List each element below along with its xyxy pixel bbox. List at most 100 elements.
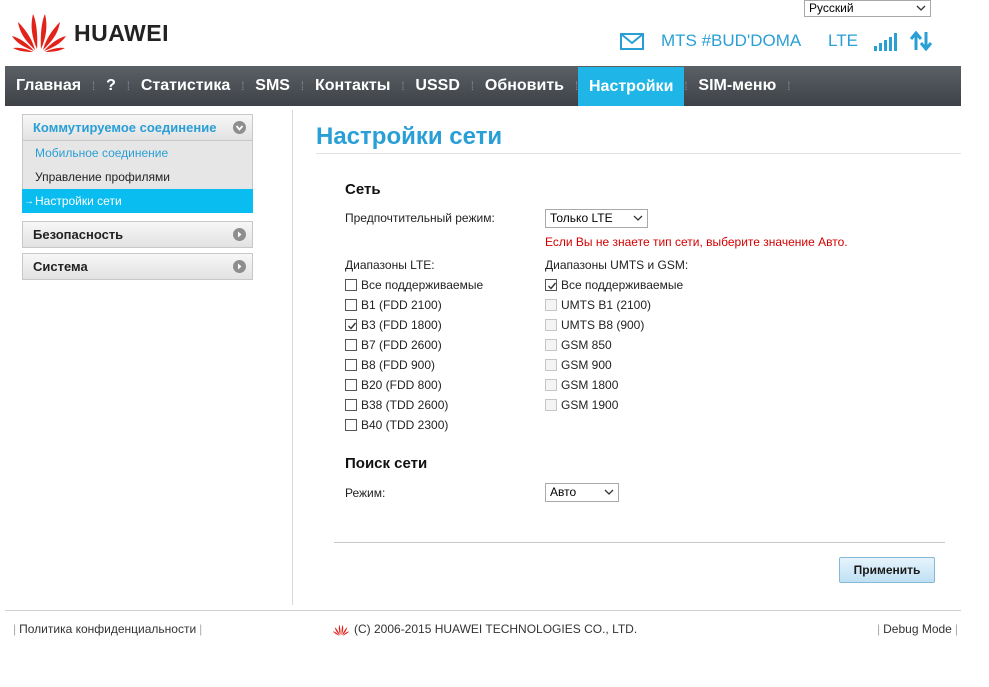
umts-band-checkbox: GSM 900 [545, 357, 612, 373]
sidebar-item-label: Безопасность [33, 227, 124, 242]
circle-chevron-down-icon [233, 121, 246, 134]
lte-band-checkbox[interactable]: Все поддерживаемые [345, 277, 483, 293]
nav-home[interactable]: Главная [5, 66, 92, 106]
lte-band-checkbox[interactable]: B7 (FDD 2600) [345, 337, 442, 353]
checkbox-box[interactable] [345, 299, 357, 311]
checkbox-box[interactable] [345, 419, 357, 431]
umts-bands-label: Диапазоны UMTS и GSM: [545, 258, 689, 272]
footer-debug: | Debug Mode | [874, 622, 961, 636]
privacy-link[interactable]: Политика конфиденциальности [19, 622, 196, 636]
search-mode-select[interactable]: Авто [545, 483, 619, 502]
search-mode-label: Режим: [345, 486, 386, 500]
huawei-small-logo-icon [333, 624, 349, 636]
checkbox-label: B3 (FDD 1800) [361, 318, 442, 332]
chevron-down-icon [633, 215, 643, 221]
umts-band-checkbox: GSM 850 [545, 337, 612, 353]
checkbox-box[interactable] [345, 399, 357, 411]
checkbox-label: B1 (FDD 2100) [361, 298, 442, 312]
checkbox-box [545, 319, 557, 331]
umts-band-checkbox: GSM 1800 [545, 377, 618, 393]
title-divider [316, 153, 961, 154]
lte-bands-label: Диапазоны LTE: [345, 258, 435, 272]
checkbox-box[interactable] [345, 279, 357, 291]
preferred-mode-label: Предпочтительный режим: [345, 211, 495, 225]
network-warning: Если Вы не знаете тип сети, выберите зна… [545, 235, 848, 249]
checkbox-label: UMTS B1 (2100) [561, 298, 652, 312]
form-divider [334, 542, 945, 543]
page-title: Настройки сети [316, 123, 503, 150]
lte-band-checkbox[interactable]: B20 (FDD 800) [345, 377, 442, 393]
debug-mode-link[interactable]: Debug Mode [883, 622, 952, 636]
checkbox-box[interactable] [345, 359, 357, 371]
network-search-title: Поиск сети [345, 455, 428, 472]
check-icon [348, 322, 357, 330]
chevron-down-icon [916, 5, 926, 11]
operator-name: MTS #BUD'DOMA [661, 31, 802, 50]
preferred-mode-select[interactable]: Только LTE [545, 209, 648, 228]
sidebar-submenu: Мобильное соединение Управление профилям… [22, 141, 253, 213]
checkbox-box [545, 359, 557, 371]
checkbox-label: B40 (TDD 2300) [361, 418, 449, 432]
checkbox-label: GSM 850 [561, 338, 612, 352]
checkbox-box [545, 399, 557, 411]
lte-band-checkbox[interactable]: B3 (FDD 1800) [345, 317, 442, 333]
checkbox-label: B38 (TDD 2600) [361, 398, 449, 412]
sidebar-item-profile-management[interactable]: Управление профилями [23, 165, 252, 189]
nav-update[interactable]: Обновить [474, 66, 575, 106]
nav-separator: ⁞ [787, 79, 791, 93]
umts-band-checkbox: UMTS B1 (2100) [545, 297, 651, 313]
sidebar: Коммутируемое соединение Мобильное соеди… [22, 114, 253, 285]
sidebar-item-network-settings[interactable]: → Настройки сети [22, 189, 253, 213]
nav-settings[interactable]: Настройки [577, 67, 685, 106]
lte-band-checkbox[interactable]: B8 (FDD 900) [345, 357, 435, 373]
checkbox-label: B20 (FDD 800) [361, 378, 442, 392]
checkbox-box[interactable] [345, 319, 357, 331]
checkbox-label: Все поддерживаемые [361, 278, 484, 292]
mail-icon[interactable] [620, 33, 644, 50]
sidebar-item-mobile-connection[interactable]: Мобильное соединение [23, 141, 252, 165]
sidebar-item-dialup[interactable]: Коммутируемое соединение [22, 114, 253, 141]
sidebar-item-security[interactable]: Безопасность [22, 221, 253, 248]
checkbox-box[interactable] [345, 379, 357, 391]
footer-pipe: | [954, 622, 958, 636]
umts-band-checkbox: GSM 1900 [545, 397, 618, 413]
footer-pipe: | [13, 622, 17, 636]
circle-chevron-right-icon [233, 260, 246, 273]
preferred-mode-value: Только LTE [550, 211, 613, 225]
sidebar-item-system[interactable]: Система [22, 253, 253, 280]
lte-band-checkbox[interactable]: B1 (FDD 2100) [345, 297, 442, 313]
footer-pipe: | [877, 622, 881, 636]
nav-contacts[interactable]: Контакты [304, 66, 401, 106]
nav-sms[interactable]: SMS [244, 66, 301, 106]
apply-button[interactable]: Применить [839, 557, 935, 583]
checkbox-box[interactable] [345, 339, 357, 351]
network-section-title: Сеть [345, 181, 381, 198]
main-nav: Главная ⁞ ? ⁞ Статистика ⁞ SMS ⁞ Контакт… [5, 66, 961, 106]
umts-band-checkbox[interactable]: Все поддерживаемые [545, 277, 683, 293]
logo-text: HUAWEI [74, 20, 169, 46]
checkbox-box [545, 299, 557, 311]
chevron-down-icon [604, 489, 614, 495]
huawei-logo: HUAWEI [10, 8, 190, 54]
checkbox-box [545, 379, 557, 391]
copyright-text: (C) 2006-2015 HUAWEI TECHNOLOGIES CO., L… [354, 622, 638, 636]
sidebar-item-label: Коммутируемое соединение [33, 120, 217, 135]
umts-band-checkbox: UMTS B8 (900) [545, 317, 644, 333]
footer-pipe: | [199, 622, 203, 636]
nav-statistics[interactable]: Статистика [130, 66, 241, 106]
lte-band-checkbox[interactable]: B38 (TDD 2600) [345, 397, 448, 413]
sidebar-item-label: Система [33, 259, 88, 274]
checkbox-label: Все поддерживаемые [561, 278, 684, 292]
checkbox-box[interactable] [545, 279, 557, 291]
nav-help[interactable]: ? [95, 66, 127, 106]
checkbox-label: B7 (FDD 2600) [361, 338, 442, 352]
language-select[interactable]: Русский [804, 0, 931, 17]
checkbox-label: GSM 1800 [561, 378, 619, 392]
checkbox-box [545, 339, 557, 351]
transfer-icon [910, 31, 932, 51]
nav-ussd[interactable]: USSD [404, 66, 470, 106]
nav-sim-menu[interactable]: SIM-меню [687, 66, 787, 106]
lte-band-checkbox[interactable]: B40 (TDD 2300) [345, 417, 448, 433]
arrow-right-icon: → [24, 195, 34, 207]
check-icon [548, 282, 557, 290]
